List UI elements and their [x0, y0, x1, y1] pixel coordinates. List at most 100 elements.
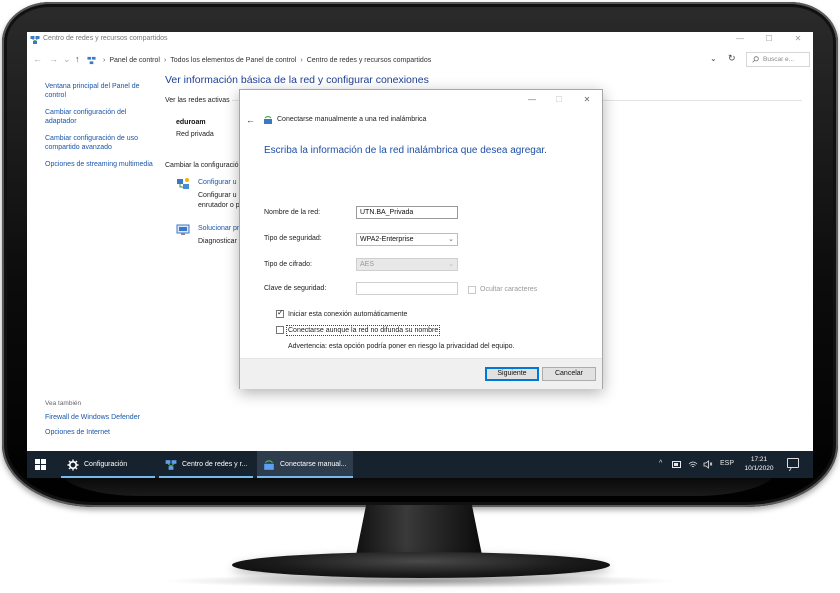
volume-icon[interactable] [703, 460, 713, 469]
clock-time: 17:21 [750, 456, 768, 463]
security-type-value: WPA2-Enterprise [360, 236, 414, 243]
chevron-down-icon: ⌄ [448, 236, 454, 243]
breadcrumb-item[interactable]: Panel de control [109, 57, 160, 64]
running-indicator [61, 476, 155, 478]
breadcrumb-separator: › [103, 56, 106, 64]
notification-center-icon[interactable] [787, 458, 799, 468]
see-also-heading: Vea también [45, 400, 82, 407]
taskbar-item-wireless-setup[interactable]: Conectarse manual... [257, 451, 353, 478]
window-title: Centro de redes y recursos compartidos [43, 35, 168, 42]
auto-connect-label[interactable]: Iniciar esta conexión automáticamente [288, 311, 407, 318]
taskbar-item-label: Conectarse manual... [280, 461, 347, 468]
breadcrumb-separator: › [163, 56, 167, 64]
wifi-icon[interactable] [688, 460, 698, 469]
address-dropdown-icon[interactable]: ⌄ [710, 54, 717, 63]
auto-connect-checkbox[interactable] [276, 308, 284, 318]
security-key-label: Clave de seguridad: [264, 285, 327, 292]
dialog-back-button[interactable]: ← [246, 115, 255, 125]
chevron-down-icon: ⌄ [448, 261, 454, 268]
troubleshoot-icon [176, 224, 190, 235]
show-hidden-icons-button[interactable]: ^ [659, 460, 662, 467]
running-indicator [159, 476, 253, 478]
taskbar: Configuración Centro de redes y r... Con… [27, 451, 813, 478]
wireless-setup-dialog: — ☐ ✕ ← Conectarse manualmente a una red… [239, 89, 603, 389]
link-adapter-settings[interactable]: Cambiar configuración del adaptador [45, 108, 155, 126]
monitor-neck [356, 505, 482, 555]
next-button[interactable]: Siguiente [485, 367, 539, 381]
dialog-close-button[interactable]: ✕ [577, 95, 597, 104]
minimize-button[interactable]: — [729, 34, 751, 43]
breadcrumb-item[interactable]: Centro de redes y recursos compartidos [307, 57, 432, 64]
control-panel-icon [87, 56, 96, 64]
privacy-warning: Advertencia: esta opción podría poner en… [288, 343, 515, 350]
forward-button[interactable]: → [49, 54, 58, 64]
link-advanced-sharing[interactable]: Cambiar configuración de uso compartido … [45, 134, 155, 152]
change-settings-heading: Cambiar la configuració [165, 162, 239, 169]
network-setup-icon [177, 178, 189, 189]
active-networks-heading: Ver las redes activas [165, 97, 230, 104]
taskbar-item-network-center[interactable]: Centro de redes y r... [159, 451, 253, 478]
address-bar: ← → ⌄ ↑ › Panel de control › Todos los e… [27, 50, 813, 70]
link-firewall[interactable]: Firewall de Windows Defender [45, 414, 140, 421]
dialog-maximize-button: ☐ [555, 95, 563, 104]
language-indicator[interactable]: ESP [720, 460, 734, 467]
link-media-streaming[interactable]: Opciones de streaming multimedia [45, 160, 155, 169]
network-name: eduroam [176, 119, 206, 126]
link-troubleshoot[interactable]: Solucionar pr [198, 225, 239, 232]
security-type-select[interactable]: WPA2-Enterprise ⌄ [356, 233, 458, 246]
search-placeholder: Buscar e... [763, 56, 795, 63]
clock[interactable]: 17:21 10/1/2020 [741, 455, 777, 473]
search-icon [752, 56, 759, 63]
network-name-label: Nombre de la red: [264, 209, 321, 216]
taskbar-item-label: Configuración [84, 461, 128, 468]
close-button[interactable]: ✕ [787, 34, 809, 43]
hide-characters-label: Ocultar caracteres [480, 286, 538, 293]
encryption-type-value: AES [360, 261, 375, 268]
clock-date: 10/1/2020 [744, 465, 774, 472]
monitor-base [232, 552, 610, 578]
wireless-setup-icon [264, 459, 274, 470]
breadcrumb-separator: › [300, 56, 303, 64]
encryption-type-label: Tipo de cifrado: [264, 261, 312, 268]
battery-icon[interactable] [672, 461, 682, 468]
gear-icon [67, 459, 79, 470]
link-internet-options[interactable]: Opciones de Internet [45, 429, 110, 436]
windows-start-icon[interactable] [35, 459, 46, 470]
wireless-setup-icon [264, 116, 272, 124]
connect-hidden-label[interactable]: Conectarse aunque la red no difunda su n… [285, 325, 441, 336]
security-key-input[interactable] [356, 282, 458, 295]
option-description: Diagnosticar [198, 238, 237, 245]
page-title: Ver información básica de la red y confi… [165, 74, 429, 86]
left-pane: Ventana principal del Panel de control C… [45, 82, 155, 177]
up-button[interactable]: ↑ [75, 54, 80, 64]
link-control-panel-home[interactable]: Ventana principal del Panel de control [45, 82, 155, 100]
breadcrumb: › Panel de control › Todos los elementos… [87, 53, 727, 67]
security-type-label: Tipo de seguridad: [264, 235, 322, 242]
link-setup-connection[interactable]: Configurar u [198, 179, 237, 186]
hide-characters-checkbox [468, 286, 476, 294]
back-button[interactable]: ← [33, 54, 42, 64]
dialog-heading: Escriba la información de la red inalámb… [264, 145, 547, 156]
maximize-button[interactable]: ☐ [758, 34, 780, 43]
window-titlebar: Centro de redes y recursos compartidos —… [27, 32, 813, 48]
taskbar-item-settings[interactable]: Configuración [61, 451, 155, 478]
network-center-icon [30, 36, 40, 44]
option-description: enrutador o p [198, 202, 240, 209]
cancel-button[interactable]: Cancelar [542, 367, 596, 381]
running-indicator [257, 476, 353, 478]
network-type: Red privada [176, 131, 214, 138]
refresh-button[interactable]: ↻ [728, 53, 736, 64]
dialog-minimize-button[interactable]: — [522, 95, 542, 104]
encryption-type-select: AES ⌄ [356, 258, 458, 271]
taskbar-item-label: Centro de redes y r... [182, 461, 248, 468]
screen: Centro de redes y recursos compartidos —… [27, 32, 813, 478]
dialog-caption: Conectarse manualmente a una red inalámb… [277, 116, 427, 123]
search-input[interactable]: Buscar e... [746, 52, 810, 67]
option-description: Configurar u [198, 192, 237, 199]
connect-hidden-checkbox[interactable] [276, 326, 284, 334]
network-name-input[interactable]: UTN.BA_Privada [356, 206, 458, 219]
recent-dropdown-icon[interactable]: ⌄ [63, 54, 71, 65]
network-center-icon [165, 459, 177, 470]
dialog-footer: Siguiente Cancelar [240, 358, 602, 389]
breadcrumb-item[interactable]: Todos los elementos de Panel de control [170, 57, 296, 64]
